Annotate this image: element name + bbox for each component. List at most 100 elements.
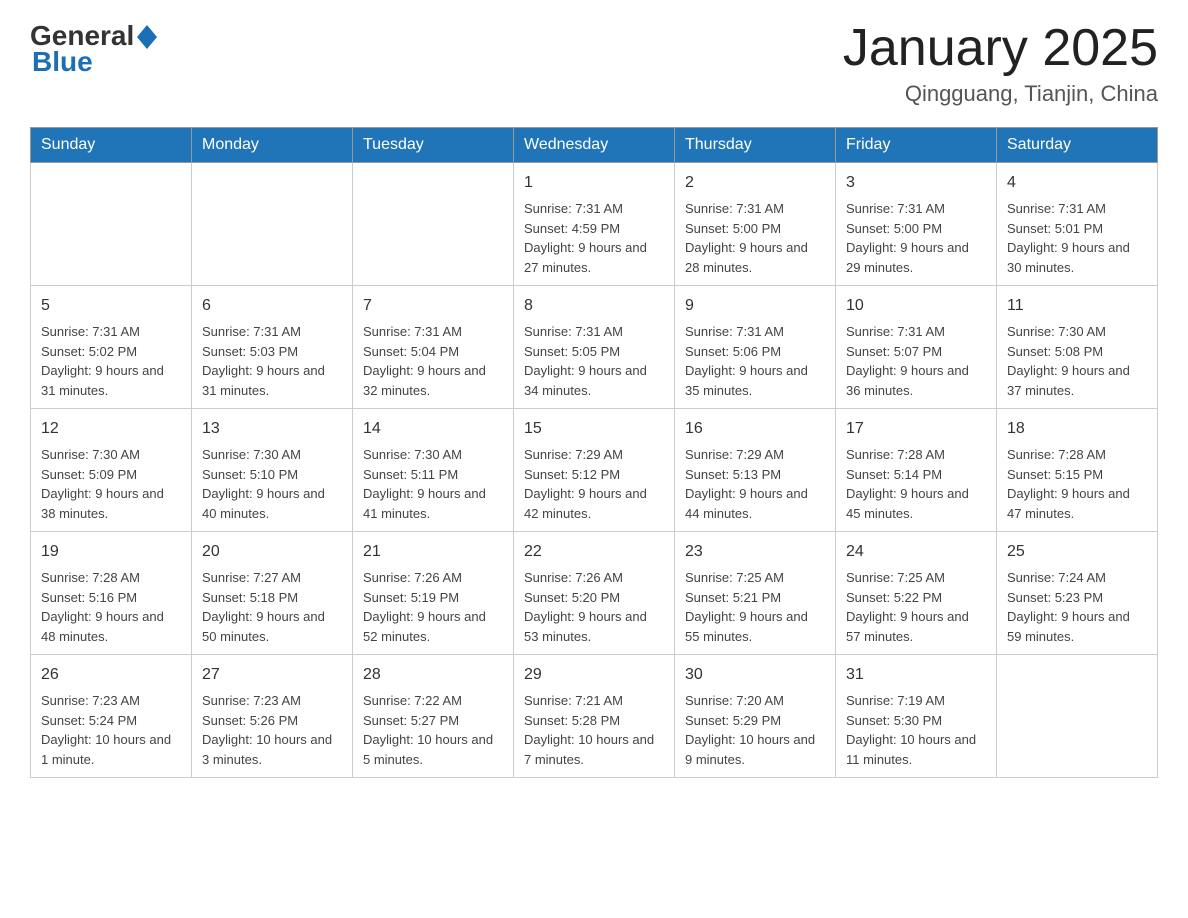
day-info: Sunrise: 7:28 AMSunset: 5:14 PMDaylight:… <box>846 445 986 523</box>
sunrise-text: Sunrise: 7:31 AM <box>685 322 825 342</box>
sunset-text: Sunset: 5:19 PM <box>363 588 503 608</box>
sunrise-text: Sunrise: 7:26 AM <box>524 568 664 588</box>
calendar-day-cell: 4Sunrise: 7:31 AMSunset: 5:01 PMDaylight… <box>997 163 1158 286</box>
day-info: Sunrise: 7:31 AMSunset: 5:01 PMDaylight:… <box>1007 199 1147 277</box>
day-info: Sunrise: 7:30 AMSunset: 5:10 PMDaylight:… <box>202 445 342 523</box>
sunset-text: Sunset: 5:02 PM <box>41 342 181 362</box>
calendar-day-cell: 25Sunrise: 7:24 AMSunset: 5:23 PMDayligh… <box>997 532 1158 655</box>
day-info: Sunrise: 7:31 AMSunset: 5:04 PMDaylight:… <box>363 322 503 400</box>
day-info: Sunrise: 7:24 AMSunset: 5:23 PMDaylight:… <box>1007 568 1147 646</box>
sunset-text: Sunset: 5:26 PM <box>202 711 342 731</box>
sunrise-text: Sunrise: 7:31 AM <box>846 322 986 342</box>
calendar-day-cell: 2Sunrise: 7:31 AMSunset: 5:00 PMDaylight… <box>675 163 836 286</box>
daylight-text: Daylight: 10 hours and 5 minutes. <box>363 730 503 769</box>
daylight-text: Daylight: 9 hours and 40 minutes. <box>202 484 342 523</box>
daylight-text: Daylight: 9 hours and 47 minutes. <box>1007 484 1147 523</box>
daylight-text: Daylight: 9 hours and 27 minutes. <box>524 238 664 277</box>
day-info: Sunrise: 7:22 AMSunset: 5:27 PMDaylight:… <box>363 691 503 769</box>
calendar-week-row: 26 Sunrise: 7:23 AMSunset: 5:24 PMDayligh… <box>31 655 1158 778</box>
calendar-day-cell: 24Sunrise: 7:25 AMSunset: 5:22 PMDayligh… <box>836 532 997 655</box>
day-number: 12 <box>41 417 181 441</box>
daylight-text: Daylight: 9 hours and 31 minutes. <box>202 361 342 400</box>
calendar-day-cell: 1Sunrise: 7:31 AMSunset: 4:59 PMDaylight… <box>514 163 675 286</box>
sunset-text: Sunset: 5:05 PM <box>524 342 664 362</box>
day-info: Sunrise: 7:23 AMSunset: 5:24 PMDaylight:… <box>41 691 181 769</box>
calendar-day-cell: 15Sunrise: 7:29 AMSunset: 5:12 PMDayligh… <box>514 409 675 532</box>
sunrise-text: Sunrise: 7:22 AM <box>363 691 503 711</box>
sunrise-text: Sunrise: 7:19 AM <box>846 691 986 711</box>
sunset-text: Sunset: 5:00 PM <box>685 219 825 239</box>
day-info: Sunrise: 7:31 AMSunset: 5:05 PMDaylight:… <box>524 322 664 400</box>
day-number: 3 <box>846 171 986 195</box>
sunset-text: Sunset: 5:27 PM <box>363 711 503 731</box>
day-info: Sunrise: 7:31 AMSunset: 5:02 PMDaylight:… <box>41 322 181 400</box>
day-info: Sunrise: 7:29 AMSunset: 5:12 PMDaylight:… <box>524 445 664 523</box>
calendar-day-cell: 16Sunrise: 7:29 AMSunset: 5:13 PMDayligh… <box>675 409 836 532</box>
day-number: 14 <box>363 417 503 441</box>
sunrise-text: Sunrise: 7:28 AM <box>41 568 181 588</box>
calendar-empty-cell <box>192 163 353 286</box>
daylight-text: Daylight: 9 hours and 53 minutes. <box>524 607 664 646</box>
daylight-text: Daylight: 9 hours and 57 minutes. <box>846 607 986 646</box>
calendar-day-cell: 27Sunrise: 7:23 AMSunset: 5:26 PMDayligh… <box>192 655 353 778</box>
day-info: Sunrise: 7:31 AMSunset: 5:06 PMDaylight:… <box>685 322 825 400</box>
day-info: Sunrise: 7:28 AMSunset: 5:15 PMDaylight:… <box>1007 445 1147 523</box>
calendar-empty-cell <box>997 655 1158 778</box>
day-number: 21 <box>363 540 503 564</box>
daylight-text: Daylight: 10 hours and 7 minutes. <box>524 730 664 769</box>
daylight-text: Daylight: 9 hours and 48 minutes. <box>41 607 181 646</box>
day-number: 27 <box>202 663 342 687</box>
calendar-day-cell: 5Sunrise: 7:31 AMSunset: 5:02 PMDaylight… <box>31 286 192 409</box>
sunset-text: Sunset: 5:15 PM <box>1007 465 1147 485</box>
day-number: 29 <box>524 663 664 687</box>
day-number: 18 <box>1007 417 1147 441</box>
calendar-day-cell: 22Sunrise: 7:26 AMSunset: 5:20 PMDayligh… <box>514 532 675 655</box>
sunrise-text: Sunrise: 7:31 AM <box>524 199 664 219</box>
daylight-text: Daylight: 10 hours and 11 minutes. <box>846 730 986 769</box>
weekday-header-monday: Monday <box>192 128 353 163</box>
calendar-day-cell: 9Sunrise: 7:31 AMSunset: 5:06 PMDaylight… <box>675 286 836 409</box>
logo-blue-text: Blue <box>32 46 93 78</box>
day-info: Sunrise: 7:31 AMSunset: 4:59 PMDaylight:… <box>524 199 664 277</box>
daylight-text: Daylight: 9 hours and 59 minutes. <box>1007 607 1147 646</box>
sunset-text: Sunset: 5:13 PM <box>685 465 825 485</box>
sunset-text: Sunset: 4:59 PM <box>524 219 664 239</box>
sunset-text: Sunset: 5:00 PM <box>846 219 986 239</box>
day-number: 20 <box>202 540 342 564</box>
daylight-text: Daylight: 9 hours and 37 minutes. <box>1007 361 1147 400</box>
sunset-text: Sunset: 5:22 PM <box>846 588 986 608</box>
day-number: 23 <box>685 540 825 564</box>
sunset-text: Sunset: 5:10 PM <box>202 465 342 485</box>
calendar-day-cell: 13Sunrise: 7:30 AMSunset: 5:10 PMDayligh… <box>192 409 353 532</box>
daylight-text: Daylight: 9 hours and 38 minutes. <box>41 484 181 523</box>
day-number: 26 <box>41 663 181 687</box>
calendar-day-cell: 21 Sunrise: 7:26 AMSunset: 5:19 PMDayligh… <box>353 532 514 655</box>
daylight-text: Daylight: 9 hours and 31 minutes. <box>41 361 181 400</box>
sunrise-text: Sunrise: 7:28 AM <box>1007 445 1147 465</box>
day-number: 22 <box>524 540 664 564</box>
day-number: 10 <box>846 294 986 318</box>
day-info: Sunrise: 7:21 AMSunset: 5:28 PMDaylight:… <box>524 691 664 769</box>
sunrise-text: Sunrise: 7:31 AM <box>1007 199 1147 219</box>
day-number: 19 <box>41 540 181 564</box>
sunrise-text: Sunrise: 7:31 AM <box>202 322 342 342</box>
day-info: Sunrise: 7:19 AMSunset: 5:30 PMDaylight:… <box>846 691 986 769</box>
calendar-empty-cell <box>31 163 192 286</box>
weekday-header-friday: Friday <box>836 128 997 163</box>
sunset-text: Sunset: 5:18 PM <box>202 588 342 608</box>
sunrise-text: Sunrise: 7:30 AM <box>202 445 342 465</box>
sunset-text: Sunset: 5:11 PM <box>363 465 503 485</box>
day-info: Sunrise: 7:25 AMSunset: 5:22 PMDaylight:… <box>846 568 986 646</box>
logo: General Blue <box>30 20 157 78</box>
calendar-day-cell: 28Sunrise: 7:22 AMSunset: 5:27 PMDayligh… <box>353 655 514 778</box>
weekday-header-sunday: Sunday <box>31 128 192 163</box>
sunset-text: Sunset: 5:24 PM <box>41 711 181 731</box>
calendar-day-cell: 8Sunrise: 7:31 AMSunset: 5:05 PMDaylight… <box>514 286 675 409</box>
daylight-text: Daylight: 9 hours and 30 minutes. <box>1007 238 1147 277</box>
day-number: 16 <box>685 417 825 441</box>
daylight-text: Daylight: 9 hours and 41 minutes. <box>363 484 503 523</box>
calendar-day-cell: 29 Sunrise: 7:21 AMSunset: 5:28 PMDayligh… <box>514 655 675 778</box>
day-info: Sunrise: 7:26 AMSunset: 5:19 PMDaylight:… <box>363 568 503 646</box>
daylight-text: Daylight: 9 hours and 36 minutes. <box>846 361 986 400</box>
sunset-text: Sunset: 5:03 PM <box>202 342 342 362</box>
